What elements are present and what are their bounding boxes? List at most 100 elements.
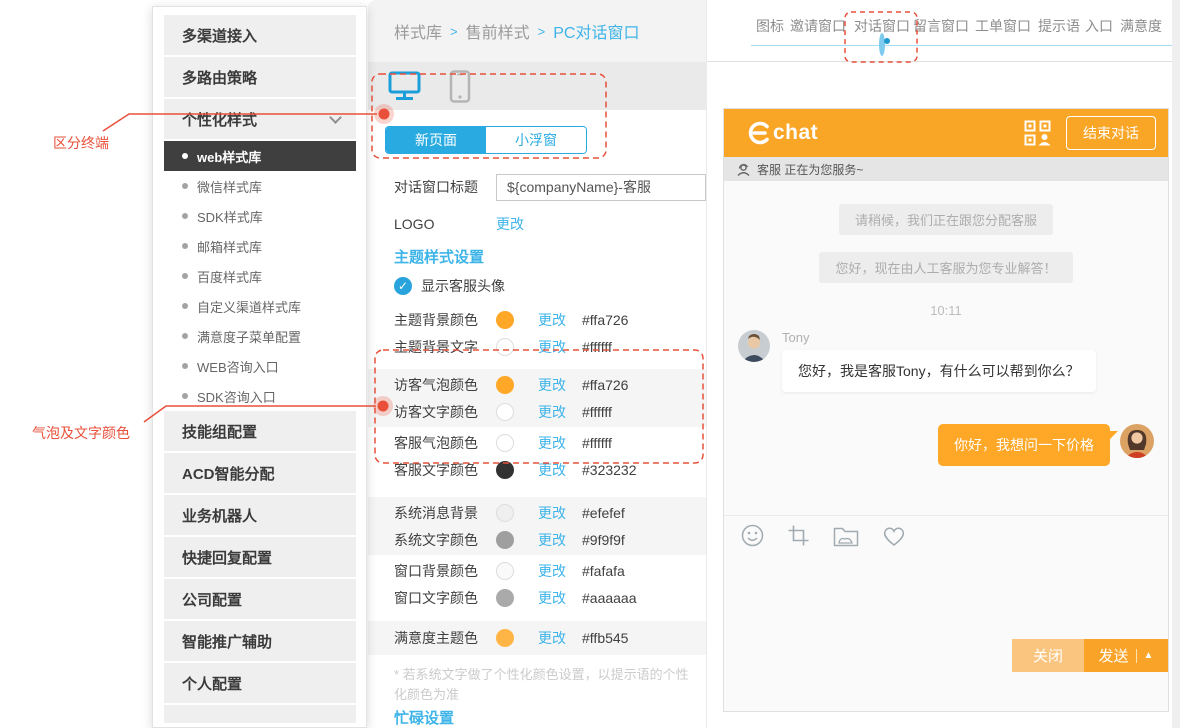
bullet-icon <box>182 153 188 159</box>
dialog-title-row: 对话窗口标题 <box>368 170 706 204</box>
sidebar-item-skill-group[interactable]: 技能组配置 <box>164 411 356 451</box>
bullet-icon <box>182 273 188 279</box>
step-dot-active[interactable] <box>879 33 885 56</box>
logo-change-link[interactable]: 更改 <box>496 214 524 234</box>
color-swatch[interactable] <box>496 588 514 607</box>
color-swatch[interactable] <box>496 561 514 580</box>
sidebar-item-promotion[interactable]: 智能推广辅助 <box>164 621 356 661</box>
sidebar-item-company[interactable]: 公司配置 <box>164 579 356 619</box>
page-scrollbar[interactable] <box>1172 0 1180 728</box>
step-message-window[interactable]: 留言窗口 <box>913 16 969 36</box>
change-link[interactable]: 更改 <box>538 337 566 357</box>
color-swatch[interactable] <box>496 375 514 394</box>
color-row-label: 窗口背景颜色 <box>394 562 478 579</box>
bullet-icon <box>182 243 188 249</box>
agent-avatar <box>738 330 770 362</box>
change-link[interactable]: 更改 <box>538 503 566 523</box>
send-button[interactable]: 发送 ▲ <box>1084 639 1168 672</box>
bullet-icon <box>182 333 188 339</box>
sidebar-group-label: 技能组配置 <box>182 423 258 441</box>
close-button[interactable]: 关闭 <box>1012 639 1084 672</box>
change-link[interactable]: 更改 <box>538 375 566 395</box>
change-link[interactable]: 更改 <box>538 561 566 581</box>
sidebar-item-acd[interactable]: ACD智能分配 <box>164 453 356 493</box>
sidebar-item-custom-channel-style[interactable]: 自定义渠道样式库 <box>164 291 356 321</box>
dialog-title-label: 对话窗口标题 <box>394 179 478 195</box>
sidebar-item-web-entry[interactable]: WEB咨询入口 <box>164 351 356 381</box>
sidebar-item-web-style[interactable]: web样式库 <box>164 141 356 171</box>
sidebar-item-bot[interactable]: 业务机器人 <box>164 495 356 535</box>
color-row-label: 访客文字颜色 <box>394 403 478 420</box>
sidebar-group-label: 多渠道接入 <box>182 27 258 45</box>
color-swatch[interactable] <box>496 460 514 479</box>
sidebar-item-quick-reply[interactable]: 快捷回复配置 <box>164 537 356 577</box>
dialog-title-input[interactable] <box>496 173 706 201</box>
sidebar-item-multichannel[interactable]: 多渠道接入 <box>164 15 356 55</box>
sidebar-item-routing[interactable]: 多路由策略 <box>164 57 356 97</box>
bullet-icon <box>182 393 188 399</box>
desktop-icon[interactable] <box>388 71 421 101</box>
change-link[interactable]: 更改 <box>538 628 566 648</box>
step-prompt[interactable]: 提示语 <box>1038 16 1080 36</box>
settings-panel: 样式库 > 售前样式 > PC对话窗口 新页面 小浮窗 对话窗口标题 ${com… <box>368 0 706 728</box>
sidebar-item-baidu-style[interactable]: 百度样式库 <box>164 261 356 291</box>
sidebar-item-wechat-style[interactable]: 微信样式库 <box>164 171 356 201</box>
color-swatch[interactable] <box>496 310 514 329</box>
step-dialog-window[interactable]: 对话窗口 <box>854 16 910 56</box>
breadcrumb-item-library[interactable]: 样式库 <box>394 19 442 43</box>
color-swatch[interactable] <box>496 629 514 647</box>
sidebar-item-personalized-style[interactable]: 个性化样式 <box>164 99 356 139</box>
color-swatch[interactable] <box>496 530 514 549</box>
color-hex: #ffffff <box>582 434 612 451</box>
send-arrow-icon[interactable]: ▲ <box>1144 650 1154 661</box>
chat-input-area[interactable] <box>724 555 1168 639</box>
sidebar-item-sdk-entry[interactable]: SDK咨询入口 <box>164 381 356 411</box>
sidebar-item-personal[interactable]: 个人配置 <box>164 663 356 703</box>
color-swatch[interactable] <box>496 337 514 356</box>
change-link[interactable]: 更改 <box>538 310 566 330</box>
step-icon[interactable]: 图标 <box>756 16 784 36</box>
change-link[interactable]: 更改 <box>538 588 566 608</box>
breadcrumb: 样式库 > 售前样式 > PC对话窗口 <box>368 0 706 62</box>
tab-new-page[interactable]: 新页面 <box>386 127 486 153</box>
end-chat-button[interactable]: 结束对话 <box>1066 116 1156 150</box>
color-note: * 若系统文字做了个性化颜色设置，以提示语的个性化颜色为准 <box>394 667 689 702</box>
breadcrumb-item-presale[interactable]: 售前样式 <box>466 19 530 43</box>
heart-icon[interactable] <box>882 525 906 547</box>
sidebar-sub-label: 邮箱样式库 <box>197 239 263 255</box>
step-invite-window[interactable]: 邀请窗口 <box>790 16 846 36</box>
agent-bubble: 您好，我是客服Tony，有什么可以帮到你么？ <box>782 350 1096 392</box>
sidebar-group-label: 个性化样式 <box>182 111 258 129</box>
change-link[interactable]: 更改 <box>538 530 566 550</box>
step-satisfaction[interactable]: 满意度 <box>1120 16 1162 36</box>
tab-float-window[interactable]: 小浮窗 <box>486 127 586 153</box>
file-image-icon[interactable] <box>833 525 859 547</box>
step-entry[interactable]: 入口 <box>1085 16 1113 36</box>
color-swatch[interactable] <box>496 433 514 452</box>
sidebar-item-mail-style[interactable]: 邮箱样式库 <box>164 231 356 261</box>
agent-message-row: Tony 您好，我是客服Tony，有什么可以帮到你么？ <box>738 330 1154 392</box>
checkbox-checked-icon[interactable] <box>394 277 412 295</box>
change-link[interactable]: 更改 <box>538 460 566 480</box>
style-config-page: 样式库 > 售前样式 > PC对话窗口 新页面 小浮窗 对话窗口标题 ${com… <box>0 0 1180 728</box>
sidebar-sub-label: 满意度子菜单配置 <box>197 329 302 345</box>
mobile-icon[interactable] <box>449 69 471 103</box>
change-link[interactable]: 更改 <box>538 402 566 422</box>
change-link[interactable]: 更改 <box>538 433 566 453</box>
sidebar-item-partial[interactable] <box>164 705 356 723</box>
color-row: 主题背景文字 更改 #ffffff <box>368 333 706 360</box>
color-hex: #ffffff <box>582 338 612 355</box>
sidebar-group-label: 智能推广辅助 <box>182 633 273 651</box>
color-swatch[interactable] <box>496 402 514 421</box>
color-swatch[interactable] <box>496 503 514 522</box>
satisfaction-color-group: 满意度主题色 更改 #ffb545 <box>368 621 706 655</box>
sidebar-item-satisfaction-submenu[interactable]: 满意度子菜单配置 <box>164 321 356 351</box>
step-ticket-window[interactable]: 工单窗口 <box>975 16 1031 36</box>
step-nav: 图标 邀请窗口 对话窗口 留言窗口 工单窗口 提示语 入口 满意度 <box>707 0 1180 62</box>
screenshot-crop-icon[interactable] <box>787 524 810 547</box>
emoji-icon[interactable] <box>741 524 764 547</box>
sidebar-item-sdk-style[interactable]: SDK样式库 <box>164 201 356 231</box>
show-agent-avatar-label: 显示客服头像 <box>421 278 505 294</box>
qr-contact-icon[interactable] <box>1024 120 1052 146</box>
color-row: 访客文字颜色 更改 #ffffff <box>368 398 706 425</box>
